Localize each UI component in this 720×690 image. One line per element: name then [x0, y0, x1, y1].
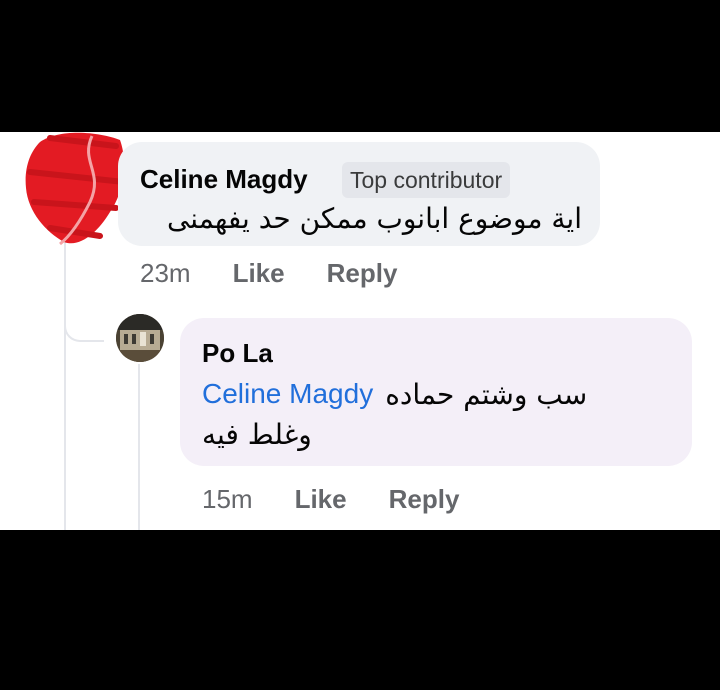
building-photo-icon [116, 314, 164, 362]
reply-reply-button[interactable]: Reply [389, 484, 460, 515]
comment-timestamp[interactable]: 23m [140, 258, 191, 289]
comment-author[interactable]: Celine Magdy [140, 164, 308, 195]
redacted-avatar-scribble [25, 132, 127, 246]
like-button[interactable]: Like [233, 258, 285, 289]
reply-bubble: Po La Celine Magdy سب وشتم حماده وغلط في… [180, 318, 692, 466]
comment-thread: Celine Magdy Top contributor اية موضوع ا… [0, 132, 720, 530]
reply-text-continued: وغلط فيه [202, 418, 312, 451]
reply-meta: 15m Like Reply [202, 484, 459, 515]
avatar[interactable] [116, 314, 164, 362]
top-contributor-badge: Top contributor [342, 162, 511, 198]
reply-timestamp[interactable]: 15m [202, 484, 253, 515]
reply-like-button[interactable]: Like [295, 484, 347, 515]
thread-line [64, 242, 66, 530]
reply-button[interactable]: Reply [327, 258, 398, 289]
reply-text: سب وشتم حماده [385, 377, 588, 411]
reply-text-line: Celine Magdy سب وشتم حماده [202, 374, 587, 414]
reply-thread-line [138, 364, 140, 530]
comment-text: اية موضوع ابانوب ممكن حد يفهمنى [166, 202, 582, 235]
comment-meta: 23m Like Reply [140, 258, 397, 289]
comment-bubble: Celine Magdy Top contributor اية موضوع ا… [118, 142, 600, 246]
screenshot-frame: Celine Magdy Top contributor اية موضوع ا… [0, 0, 720, 690]
reply-author[interactable]: Po La [202, 338, 273, 369]
reply-connector [64, 302, 104, 342]
mention-link[interactable]: Celine Magdy [202, 378, 373, 410]
